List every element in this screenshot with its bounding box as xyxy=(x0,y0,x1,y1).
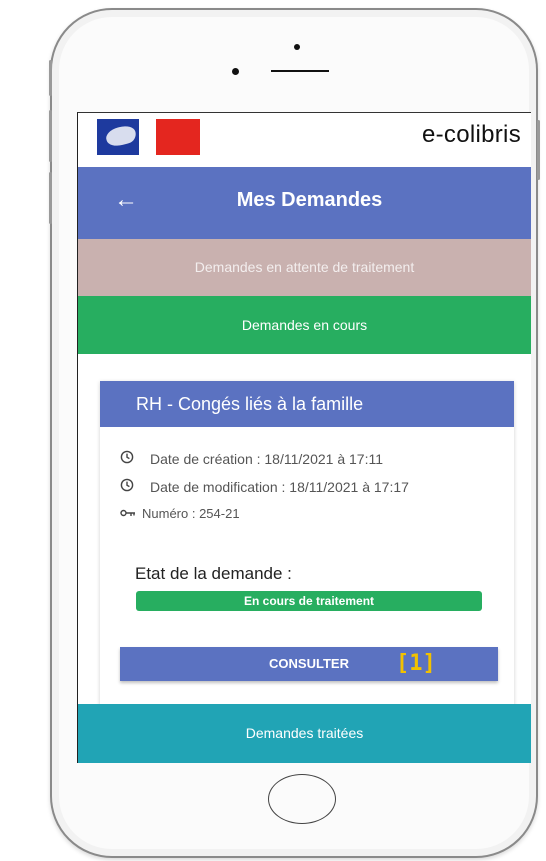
request-number: Numéro : 254-21 xyxy=(142,506,240,521)
key-icon xyxy=(120,506,136,521)
request-title: RH - Congés liés à la famille xyxy=(100,381,514,427)
request-number-row: Numéro : 254-21 xyxy=(120,506,240,521)
modification-date: Date de modification : 18/11/2021 à 17:1… xyxy=(150,479,409,495)
phone-sensor xyxy=(294,44,300,50)
clock-icon xyxy=(120,450,136,467)
annotation-marker: [1] xyxy=(396,651,436,676)
creation-date: Date de création : 18/11/2021 à 17:11 xyxy=(150,451,383,467)
state-label: Etat de la demande : xyxy=(135,564,292,583)
app-header: ← Mes Demandes xyxy=(78,167,531,239)
phone-power-button xyxy=(537,120,540,180)
phone-speaker xyxy=(271,70,329,72)
app-screen: e-colibris ← Mes Demandes Demandes en at… xyxy=(77,112,531,763)
status-badge: En cours de traitement xyxy=(136,591,482,611)
section-completed-requests[interactable]: Demandes traitées xyxy=(78,704,531,763)
consult-button[interactable]: CONSULTER xyxy=(120,647,498,681)
phone-camera xyxy=(232,68,239,75)
phone-volume-down-button xyxy=(49,172,52,224)
flag-red-band xyxy=(156,119,200,155)
phone-side-button xyxy=(49,60,52,96)
consult-button-label: CONSULTER xyxy=(269,656,349,671)
request-card: RH - Congés liés à la famille Date de cr… xyxy=(100,381,514,709)
flag-white-band xyxy=(139,119,156,155)
brand-name: e-colibris xyxy=(421,121,521,148)
modification-date-row: Date de modification : 18/11/2021 à 17:1… xyxy=(120,478,409,495)
clock-icon xyxy=(120,478,136,495)
phone-volume-up-button xyxy=(49,110,52,162)
page-title: Mes Demandes xyxy=(236,189,383,211)
brand-bar: e-colibris xyxy=(78,113,531,167)
creation-date-row: Date de création : 18/11/2021 à 17:11 xyxy=(120,450,383,467)
home-button[interactable] xyxy=(268,774,336,824)
section-in-progress-requests[interactable]: Demandes en cours xyxy=(78,296,531,354)
section-pending-requests[interactable]: Demandes en attente de traitement xyxy=(78,239,531,296)
